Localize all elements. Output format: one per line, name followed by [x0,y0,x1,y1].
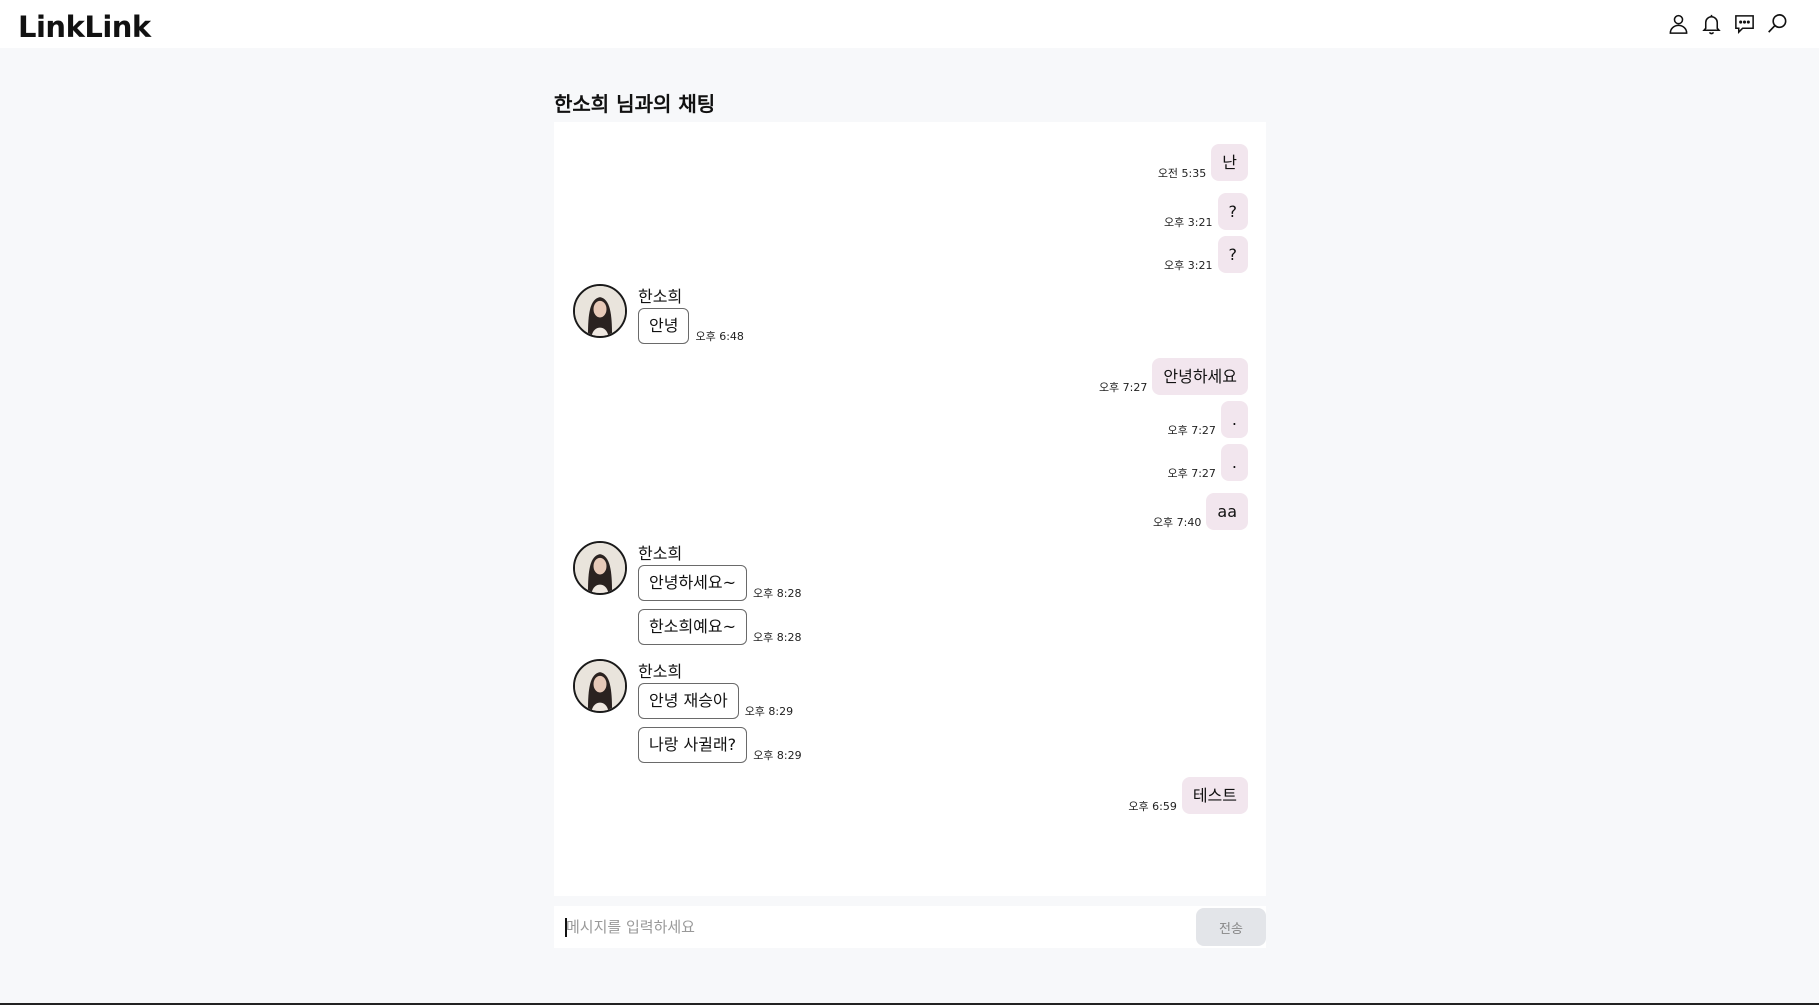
my-message-bubble: ? [1217,236,1248,273]
message-input[interactable] [554,906,1196,948]
message-time: 오후 8:28 [753,587,802,600]
my-message: 오후 6:59 테스트 [1128,777,1248,814]
sender-name: 한소희 [638,662,683,681]
partner-message-bubble: 나랑 사귈래? [638,727,748,763]
partner-message: 안녕 재승아 오후 8:29 [638,683,793,719]
my-message-bubble: 안녕하세요 [1152,358,1248,395]
message-time: 오후 7:27 [1167,424,1216,437]
my-message: 오후 3:21 ? [1164,193,1248,230]
message-time: 오후 8:29 [744,705,794,718]
partner-message: 안녕 오후 6:48 [638,308,744,344]
chat-title: 한소희 님과의 채팅 [554,92,716,116]
user-icon[interactable] [1667,12,1690,35]
text-cursor [565,918,567,937]
header-icon-group [1667,12,1789,35]
message-time: 오후 7:27 [1167,467,1216,480]
my-message-bubble: 난 [1211,144,1248,181]
my-message: 오후 7:40 aa [1153,493,1248,530]
sender-name: 한소희 [638,287,683,306]
partner-message-bubble: 안녕 재승아 [638,683,739,719]
app-logo[interactable]: LinkLink [18,10,151,44]
my-message: 오후 7:27 안녕하세요 [1099,358,1248,395]
send-button[interactable]: 전송 [1196,908,1266,946]
message-time: 오후 3:21 [1164,259,1213,272]
partner-message: 안녕하세요~ 오후 8:28 [638,565,801,601]
partner-avatar[interactable] [573,284,627,338]
partner-message-bubble: 한소희예요~ [638,609,748,645]
message-time: 오후 8:29 [753,749,802,762]
partner-message: 나랑 사귈래? 오후 8:29 [638,727,802,763]
my-message: 오전 5:35 난 [1158,144,1248,181]
sender-name: 한소희 [638,544,683,563]
my-message-bubble: 테스트 [1181,777,1248,814]
my-message-bubble: aa [1206,493,1248,530]
message-time: 오후 3:21 [1164,216,1213,229]
message-time: 오후 6:48 [695,330,744,343]
bell-icon[interactable] [1700,12,1723,35]
my-message: 오후 7:27 . [1167,401,1248,438]
partner-message-bubble: 안녕하세요~ [638,565,748,601]
my-message-bubble: ? [1217,193,1248,230]
message-time: 오후 8:28 [753,631,802,644]
my-message-bubble: . [1220,401,1248,438]
chat-icon[interactable] [1733,12,1756,35]
my-message: 오후 7:27 . [1167,444,1248,481]
partner-message-bubble: 안녕 [638,308,690,344]
message-time: 오후 6:59 [1128,800,1177,813]
my-message-bubble: . [1220,444,1248,481]
message-time: 오전 5:35 [1157,167,1207,180]
chat-message-panel[interactable]: 오전 5:35 난 오후 3:21 ? 오후 3:21 ? 한소희 안녕 오후 … [554,122,1266,896]
partner-avatar[interactable] [573,659,627,713]
partner-avatar[interactable] [573,541,627,595]
my-message: 오후 3:21 ? [1164,236,1248,273]
top-navigation-bar: LinkLink [0,0,1819,48]
message-time: 오후 7:27 [1098,381,1148,394]
message-composer: 전송 [554,906,1266,948]
partner-message: 한소희예요~ 오후 8:28 [638,609,801,645]
message-time: 오후 7:40 [1152,516,1202,529]
search-icon[interactable] [1766,12,1789,35]
